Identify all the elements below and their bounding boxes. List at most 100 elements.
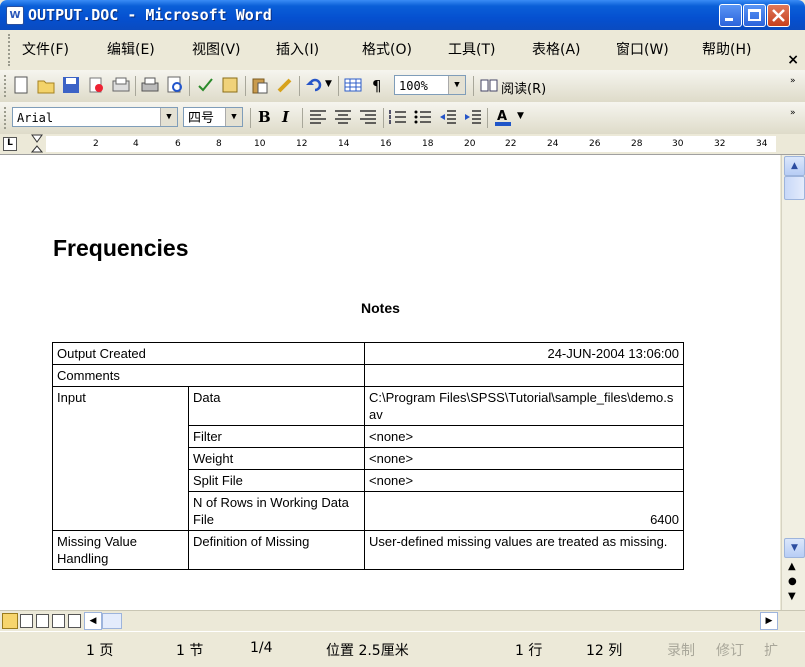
scroll-up-icon[interactable]: ▲: [784, 156, 805, 176]
next-page-icon[interactable]: ▼: [788, 591, 796, 602]
menu-view[interactable]: 视图(V): [192, 39, 241, 59]
permission-icon[interactable]: [87, 76, 105, 94]
notes-table: Output Created 24-JUN-2004 13:06:00 Comm…: [52, 342, 684, 570]
document-page[interactable]: Frequencies Notes Output Created 24-JUN-…: [0, 155, 780, 610]
print-icon[interactable]: [141, 76, 159, 94]
spelling-icon[interactable]: [196, 76, 214, 94]
new-document-icon[interactable]: [12, 76, 30, 94]
align-center-icon[interactable]: [334, 108, 352, 126]
maximize-button[interactable]: [743, 4, 766, 27]
open-folder-icon[interactable]: [37, 76, 55, 94]
minimize-button[interactable]: [719, 4, 742, 27]
status-extend[interactable]: 扩: [764, 640, 778, 660]
align-left-icon[interactable]: [309, 108, 327, 126]
status-bar: 1 页 1 节 1/4 位置 2.5厘米 1 行 12 列 录制 修订 扩: [0, 631, 805, 667]
toolbar-grip[interactable]: [4, 75, 9, 97]
format-painter-icon[interactable]: [276, 76, 294, 94]
table-cell: 24-JUN-2004 13:06:00: [364, 342, 684, 365]
standard-toolbar: ▼ ¶ 100% ▼ 阅读(R) »: [0, 70, 805, 103]
scroll-down-icon[interactable]: ▼: [784, 538, 805, 558]
numbered-list-icon[interactable]: [389, 108, 407, 126]
read-icon[interactable]: [480, 76, 498, 94]
indent-marker-icon[interactable]: [31, 134, 43, 154]
read-button[interactable]: 阅读(R): [501, 78, 546, 97]
scroll-right-icon[interactable]: ▶: [760, 612, 778, 630]
reading-layout-icon[interactable]: [68, 614, 81, 628]
zoom-combo[interactable]: 100% ▼: [394, 75, 466, 95]
font-color-icon[interactable]: A: [494, 108, 514, 126]
web-layout-icon[interactable]: [20, 614, 33, 628]
menu-help[interactable]: 帮助(H): [702, 39, 751, 59]
menu-edit[interactable]: 编辑(E): [107, 39, 155, 59]
table-cell: N of Rows in Working Data File: [188, 491, 365, 531]
menu-insert[interactable]: 插入(I): [276, 39, 319, 59]
menu-grip[interactable]: [8, 34, 13, 66]
horizontal-ruler[interactable]: L 2 4 6 8 10 12 14 16 18 20 22 24 26 28 …: [0, 134, 805, 155]
status-section: 1 节: [176, 643, 204, 659]
table-cell: Data: [188, 386, 365, 426]
print-layout-icon[interactable]: [36, 614, 49, 628]
increase-indent-icon[interactable]: [464, 108, 482, 126]
font-size-combo[interactable]: 四号 ▼: [183, 107, 243, 127]
italic-button[interactable]: I: [282, 108, 289, 126]
scroll-thumb[interactable]: [784, 176, 805, 200]
close-button[interactable]: [767, 4, 790, 27]
previous-page-icon[interactable]: ▲: [788, 561, 796, 572]
horizontal-scrollbar[interactable]: ◀ ▶: [0, 610, 805, 631]
tab-selector-icon[interactable]: L: [3, 137, 17, 151]
show-formatting-icon[interactable]: ¶: [369, 76, 387, 94]
separator: [302, 108, 303, 128]
ruler-mark: 6: [175, 139, 181, 149]
table-icon[interactable]: [344, 76, 362, 94]
table-cell: Definition of Missing: [188, 530, 365, 570]
menu-window[interactable]: 窗口(W): [616, 39, 669, 59]
menu-format[interactable]: 格式(O): [362, 39, 412, 59]
close-icon: [772, 9, 785, 22]
close-document-button[interactable]: ×: [787, 52, 799, 68]
table-cell: 6400: [364, 491, 684, 531]
ruler-mark: 4: [133, 139, 139, 149]
table-cell: [364, 364, 684, 387]
separator: [338, 76, 339, 96]
bullet-list-icon[interactable]: [414, 108, 432, 126]
ruler-mark: 12: [296, 139, 308, 149]
table-cell: Input: [52, 386, 189, 531]
menu-file[interactable]: 文件(F): [22, 39, 69, 59]
decrease-indent-icon[interactable]: [439, 108, 457, 126]
toolbar-grip[interactable]: [4, 107, 9, 129]
print-preview-icon[interactable]: [166, 76, 184, 94]
menu-tools[interactable]: 工具(T): [448, 39, 495, 59]
table-cell: Weight: [188, 447, 365, 470]
research-icon[interactable]: [221, 76, 239, 94]
ruler-mark: 18: [422, 139, 434, 149]
word-app-icon[interactable]: W: [6, 6, 24, 25]
table-cell: Comments: [52, 364, 365, 387]
ruler-mark: 26: [589, 139, 601, 149]
vertical-scrollbar[interactable]: ▲ ▼ ▲ ● ▼: [781, 155, 805, 610]
hscroll-thumb[interactable]: [102, 613, 122, 629]
separator: [487, 108, 488, 128]
font-color-dropdown-icon[interactable]: ▼: [517, 111, 524, 121]
save-icon[interactable]: [62, 76, 80, 94]
status-record[interactable]: 录制: [667, 640, 695, 660]
undo-dropdown-icon[interactable]: ▼: [325, 79, 332, 89]
align-right-icon[interactable]: [359, 108, 377, 126]
toolbar-options-icon[interactable]: »: [790, 76, 796, 86]
minimize-icon: [725, 18, 733, 21]
font-combo[interactable]: Arial ▼: [12, 107, 178, 127]
paste-icon[interactable]: [251, 76, 269, 94]
scroll-left-icon[interactable]: ◀: [84, 612, 102, 630]
menu-table[interactable]: 表格(A): [532, 39, 581, 59]
outline-view-icon[interactable]: [52, 614, 65, 628]
toolbar-options-icon[interactable]: »: [790, 108, 796, 118]
table-cell: Missing Value Handling: [52, 530, 189, 570]
normal-view-icon[interactable]: [2, 613, 18, 629]
status-track-changes[interactable]: 修订: [716, 640, 744, 660]
select-browse-object-icon[interactable]: ●: [788, 576, 797, 587]
undo-icon[interactable]: [305, 76, 323, 94]
table-row: Output Created 24-JUN-2004 13:06:00: [52, 342, 684, 365]
email-icon[interactable]: [112, 76, 130, 94]
bold-button[interactable]: B: [258, 108, 271, 126]
separator: [189, 76, 190, 96]
status-position: 位置 2.5厘米: [326, 643, 409, 659]
